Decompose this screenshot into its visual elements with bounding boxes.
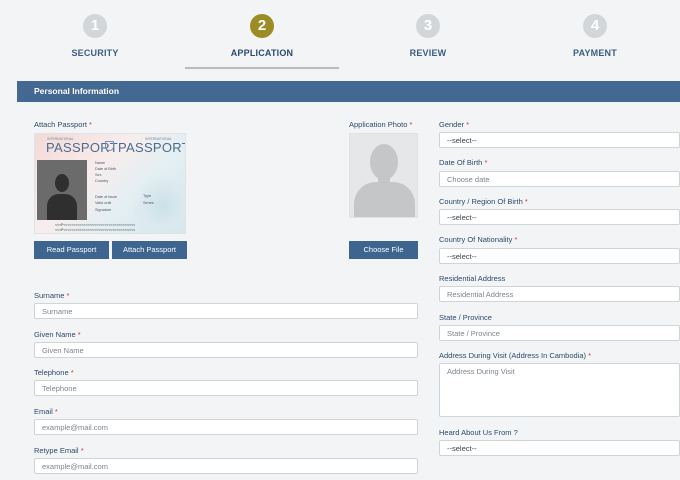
required-mark: * (77, 330, 81, 339)
required-mark: * (409, 120, 413, 129)
passport-field: Sex (95, 173, 102, 177)
label-text: Date Of Birth (439, 158, 483, 167)
nationality-select[interactable]: --select-- (439, 248, 680, 264)
step-number: 4 (583, 14, 607, 38)
passport-field: Date of issue (95, 195, 118, 199)
read-passport-button[interactable]: Read Passport (34, 241, 109, 259)
required-mark: * (54, 407, 58, 416)
label-text: Heard About Us From ? (439, 428, 518, 437)
passport-field: Country (95, 179, 109, 183)
step-label: APPLICATION (230, 48, 294, 58)
step-number: 3 (416, 14, 440, 38)
required-mark: * (80, 446, 84, 455)
surname-label: Surname * (34, 291, 69, 300)
passport-mrz-line: <<<P<<<<<<<<<<<<<<<<<<<<<<<<<<<<<<<<<<< (55, 224, 136, 228)
passport-title: PASSPORT (118, 140, 186, 155)
label-text: Given Name (34, 330, 76, 339)
section-header: Personal Information (17, 81, 680, 102)
choose-file-button[interactable]: Choose File (349, 241, 418, 259)
section-title: Personal Information (34, 86, 120, 96)
passport-portrait (37, 160, 87, 220)
given-name-label: Given Name * (34, 330, 81, 339)
application-photo-label: Application Photo * (349, 120, 412, 129)
step-label: SECURITY (71, 48, 119, 58)
label-text: State / Province (439, 313, 492, 322)
passport-field: Series (143, 201, 154, 205)
step-security[interactable]: 1 SECURITY (15, 14, 175, 58)
label-text: Country / Region Of Birth (439, 197, 523, 206)
passport-field: Name (95, 161, 106, 165)
label-text: Retype Email (34, 446, 79, 455)
required-mark: * (89, 120, 92, 129)
gender-select[interactable]: --select-- (439, 132, 680, 148)
gender-label: Gender * (439, 120, 469, 129)
telephone-label: Telephone * (34, 368, 74, 377)
visit-address-textarea[interactable]: Address During Visit (439, 363, 680, 417)
passport-field: Date of Birth (95, 167, 117, 171)
residential-address-input[interactable]: Residential Address (439, 286, 680, 302)
placeholder-body (354, 182, 415, 217)
passport-field: Signature (95, 208, 112, 212)
label-text: Attach Passport (34, 120, 87, 129)
portrait-body (47, 194, 77, 220)
label-text: Surname (34, 291, 65, 300)
given-name-input[interactable]: Given Name (34, 342, 418, 358)
step-number: 1 (83, 14, 107, 38)
retype-email-label: Retype Email * (34, 446, 84, 455)
step-number: 2 (250, 14, 274, 38)
retype-email-input[interactable]: example@mail.com (34, 458, 418, 474)
passport-rosette (131, 174, 185, 233)
step-label: REVIEW (409, 48, 447, 58)
nationality-label: Country Of Nationality * (439, 235, 517, 244)
step-label: PAYMENT (573, 48, 617, 58)
country-birth-label: Country / Region Of Birth * (439, 197, 528, 206)
label-text: Application Photo (349, 120, 408, 129)
step-review[interactable]: 3 REVIEW (348, 14, 508, 58)
required-mark: * (484, 158, 488, 167)
passport-field: Valid until (95, 201, 112, 205)
dob-label: Date Of Birth * (439, 158, 487, 167)
heard-about-select[interactable]: --select-- (439, 440, 680, 456)
required-mark: * (66, 291, 70, 300)
passport-sample-image: INTERNATIONAL INTERNATIONAL PASSPORT PAS… (34, 133, 186, 234)
active-step-underline (185, 67, 339, 69)
email-label: Email * (34, 407, 58, 416)
state-province-input[interactable]: State / Province (439, 325, 680, 341)
heard-about-label: Heard About Us From ? (439, 428, 518, 437)
passport-field: Type (143, 194, 152, 198)
required-mark: * (466, 120, 470, 129)
email-input[interactable]: example@mail.com (34, 419, 418, 435)
required-mark: * (524, 197, 528, 206)
surname-input[interactable]: Surname (34, 303, 418, 319)
residential-address-label: Residential Address (439, 274, 505, 283)
attach-passport-button[interactable]: Attach Passport (112, 241, 187, 259)
telephone-input[interactable]: Telephone (34, 380, 418, 396)
state-province-label: State / Province (439, 313, 492, 322)
label-text: Telephone (34, 368, 69, 377)
label-text: Gender (439, 120, 465, 129)
country-birth-select[interactable]: --select-- (439, 209, 680, 225)
passport-emblem-icon (105, 141, 114, 151)
photo-placeholder-image (349, 133, 418, 218)
label-text: Address During Visit (Address In Cambodi… (439, 351, 587, 360)
attach-passport-label: Attach Passport * (34, 120, 92, 129)
label-text: Email (34, 407, 53, 416)
required-mark: * (70, 368, 74, 377)
required-mark: * (514, 235, 518, 244)
required-mark: * (588, 351, 592, 360)
dob-input[interactable]: Choose date (439, 171, 680, 187)
label-text: Country Of Nationality (439, 235, 513, 244)
portrait-head (55, 174, 69, 192)
label-text: Residential Address (439, 274, 506, 283)
step-payment[interactable]: 4 PAYMENT (515, 14, 675, 58)
passport-mrz-line: <<<P<<<<<<<<<<<<<<<<<<<<<<<<<<<<<<<<<<< (55, 229, 136, 233)
visit-address-label: Address During Visit (Address In Cambodi… (439, 351, 591, 360)
progress-stepper: 1 SECURITY 2 APPLICATION 3 REVIEW 4 PAYM… (0, 0, 680, 78)
step-application[interactable]: 2 APPLICATION (182, 14, 342, 58)
